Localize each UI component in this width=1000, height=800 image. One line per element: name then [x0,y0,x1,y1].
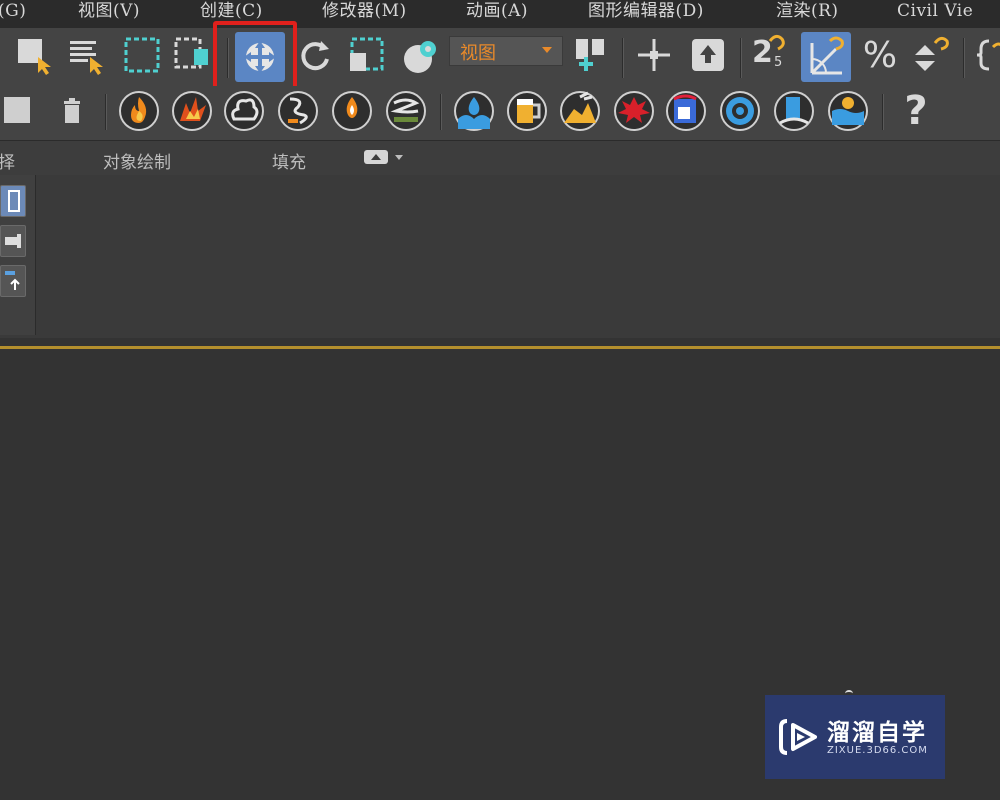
fire-icon[interactable] [117,89,161,133]
menu-bar: (G) 视图(V) 创建(C) 修改器(M) 动画(A) 图形编辑器(D) 渲染… [0,0,1000,28]
tab-populate[interactable]: 填充 [272,148,306,173]
rotate-icon[interactable] [293,33,337,77]
rectangular-selection-region-icon[interactable] [120,33,164,77]
toolbar-separator [882,94,884,130]
lava-icon[interactable] [558,89,602,133]
angle-snap-icon [810,36,844,75]
menu-civil-view[interactable]: Civil Vie [897,0,973,28]
menu-animation[interactable]: 动画(A) [466,0,528,28]
spinner-snap-icon[interactable] [907,33,951,77]
reference-coordinate-dropdown[interactable]: 视图 [449,36,563,66]
smoke-icon[interactable] [222,89,266,133]
beer-icon[interactable] [505,89,549,133]
toolbar-separator [963,38,965,78]
snaps-toggle-button[interactable]: 2 5 [748,33,792,77]
paint-bucket-icon[interactable] [664,89,708,133]
menu-modifiers[interactable]: 修改器(M) [322,0,407,28]
help-button[interactable]: ? [894,88,938,134]
keyboard-shortcut-override-icon[interactable] [686,33,730,77]
whirlpool-icon[interactable] [718,89,762,133]
play-logo-icon [779,719,817,755]
tool-button-3[interactable] [0,265,26,297]
percent-snap-button[interactable]: % [858,33,902,77]
reference-coordinate-value: 视图 [460,43,496,64]
toolbar-separator [740,38,742,78]
water-splash-icon[interactable] [452,89,496,133]
waterfall-icon[interactable] [772,89,816,133]
ocean-icon[interactable] [826,89,870,133]
select-manipulate-icon[interactable] [632,33,676,77]
ribbon-left-tools [0,175,36,335]
square-icon[interactable] [0,89,40,133]
percent-snap-label: % [862,34,898,76]
pivot-point-center-icon[interactable] [570,33,614,77]
watermark-url: ZIXUE.3D66.COM [827,745,928,756]
menu-rendering[interactable]: 渲染(R) [776,0,839,28]
ribbon-panel [0,175,1000,338]
chevron-down-icon [542,47,552,53]
ribbon-minimize-toggle[interactable] [364,150,388,164]
steam-icon[interactable] [384,89,428,133]
explosion-icon[interactable] [170,89,214,133]
wisp-icon[interactable] [276,89,320,133]
chevron-down-icon[interactable] [395,155,403,160]
place-object-icon[interactable] [398,33,442,77]
blood-splat-icon[interactable] [612,89,656,133]
tab-object-paint[interactable]: 对象绘制 [103,148,171,173]
toolbar-separator [622,38,624,78]
select-object-icon[interactable] [12,33,56,77]
trash-icon[interactable] [50,89,94,133]
ribbon-tabs: 择 对象绘制 填充 [0,140,1000,175]
tool-button-2[interactable] [0,225,26,257]
partial-left-icon[interactable] [0,36,2,80]
angle-snap-toggle-button[interactable] [801,32,851,82]
toolbar-separator [440,94,442,130]
tool-button-1[interactable] [0,185,26,217]
watermark: 溜溜自学 ZIXUE.3D66.COM [765,695,945,779]
help-icon: ? [904,88,928,134]
candle-icon[interactable] [330,89,374,133]
tab-selection[interactable]: 择 [0,148,15,173]
highlight-box [213,21,297,90]
window-crossing-icon[interactable] [170,33,214,77]
menu-views[interactable]: 视图(V) [78,0,140,28]
toolbar-separator [105,94,107,130]
watermark-title: 溜溜自学 [827,720,927,746]
scale-icon[interactable] [344,33,388,77]
named-selection-icon[interactable] [975,33,1000,77]
menu-graph-editors[interactable]: 图形编辑器(D) [588,0,704,28]
select-by-name-icon[interactable] [64,33,108,77]
menu-group[interactable]: (G) [0,0,26,28]
